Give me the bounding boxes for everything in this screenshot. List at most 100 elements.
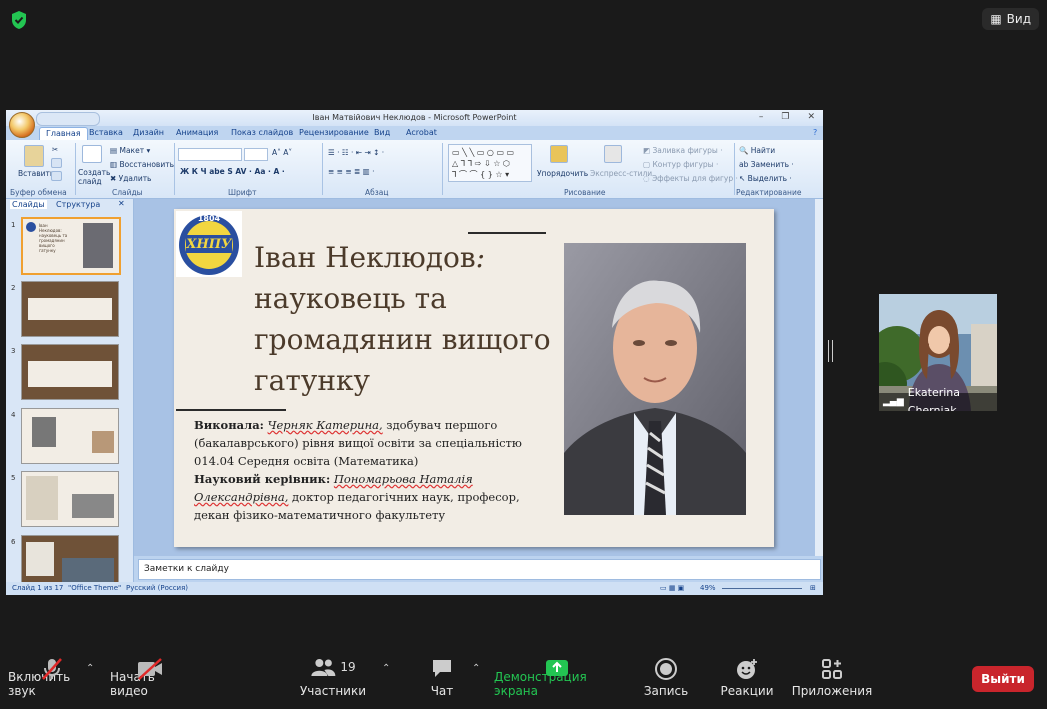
meeting-toolbar: Включить звук ⌃ Начать видео 19 Участник… <box>0 651 1047 709</box>
font-grow-icon[interactable]: A˄ A˅ <box>272 148 292 157</box>
cut-icon[interactable]: ✂ <box>52 145 58 154</box>
paste-button[interactable]: Вставить <box>18 169 54 178</box>
font-style-buttons[interactable]: Ж К Ч abe S AV · Аа · A · <box>180 167 285 176</box>
slide-title[interactable]: Іван Неклюдов: науковець та громадянин в… <box>254 237 554 401</box>
participants-count: 19 <box>340 660 356 674</box>
group-clipboard: Буфер обмена <box>10 188 67 197</box>
close-panel-icon[interactable]: ✕ <box>118 199 125 208</box>
tab-outline[interactable]: Структура <box>56 200 100 209</box>
chat-button[interactable]: Чат <box>420 651 464 707</box>
tab-acrobat[interactable]: Acrobat <box>406 128 437 137</box>
delete-button[interactable]: ✖ Удалить <box>110 174 151 183</box>
apps-icon <box>822 659 842 679</box>
slide-thumbnail[interactable] <box>21 535 119 585</box>
fit-window-icon[interactable]: ⊞ <box>810 582 816 595</box>
language[interactable]: Русский (Россия) <box>126 582 188 595</box>
quick-access-toolbar[interactable] <box>36 112 100 126</box>
share-screen-button[interactable]: Демонстрация экрана <box>494 651 620 707</box>
slide-canvas[interactable]: ХНПУ 1804 Іван Неклюдов: науковець та гр… <box>174 209 774 547</box>
quick-styles-icon[interactable] <box>604 145 622 163</box>
shape-outline-button[interactable]: ▢ Контур фигуры · <box>643 160 718 169</box>
tab-animation[interactable]: Анимация <box>176 128 218 137</box>
tab-slideshow[interactable]: Показ слайдов <box>231 128 293 137</box>
decorative-line <box>468 232 546 234</box>
arrange-button[interactable]: Упорядочить <box>537 169 588 178</box>
participants-button[interactable]: 19 Участники <box>298 651 368 707</box>
zoom-level[interactable]: 49% <box>700 582 716 595</box>
font-size-input[interactable] <box>244 148 268 161</box>
new-slide-icon[interactable] <box>82 145 102 163</box>
align-buttons[interactable]: ≡ ≡ ≡ ≣ ▥ · <box>328 167 375 176</box>
slide-counter: Слайд 1 из 17 <box>12 584 64 592</box>
powerpoint-window: Іван Матвійович Неклюдов - Microsoft Pow… <box>6 110 823 595</box>
unmute-button[interactable]: Включить звук <box>8 651 96 707</box>
slide-thumbnail[interactable] <box>21 471 119 527</box>
title-rest: науковець та громадянин вищого гатунку <box>254 282 551 397</box>
font-name-input[interactable] <box>178 148 242 161</box>
smiley-plus-icon <box>737 659 757 679</box>
record-button[interactable]: Запись <box>640 651 692 707</box>
tab-slides[interactable]: Слайды <box>10 200 47 209</box>
participants-icon: 19 <box>310 657 356 677</box>
help-icon[interactable]: ? <box>813 128 817 137</box>
slides-panel: Слайды Структура ✕ 1 Іван Неклюдов: наук… <box>6 199 134 585</box>
find-button[interactable]: 🔍 Найти <box>739 146 775 155</box>
theme-name: "Office Theme" <box>68 584 122 592</box>
select-button[interactable]: ↖ Выделить · <box>739 174 792 183</box>
tab-view[interactable]: Вид <box>374 128 390 137</box>
zoom-slider[interactable] <box>722 588 802 589</box>
office-button-icon[interactable] <box>9 112 35 138</box>
tab-review[interactable]: Рецензирование <box>299 128 369 137</box>
decorative-line <box>176 409 286 411</box>
shape-fill-button[interactable]: ◩ Заливка фигуры · <box>643 146 723 155</box>
group-slides: Слайды <box>112 188 143 197</box>
start-video-button[interactable]: Начать видео <box>110 651 190 707</box>
title-name: Іван Неклюдов <box>254 241 476 274</box>
window-controls: – ❐ ✕ <box>759 112 815 122</box>
tab-design[interactable]: Дизайн <box>133 128 164 137</box>
tab-home[interactable]: Главная <box>39 127 88 141</box>
layout-button[interactable]: ▤ Макет ▾ <box>110 146 150 155</box>
chat-options-caret[interactable]: ⌃ <box>472 663 480 674</box>
tab-insert[interactable]: Вставка <box>89 128 123 137</box>
arrange-icon[interactable] <box>550 145 568 163</box>
slide-thumbnail[interactable] <box>21 344 119 400</box>
notes-pane[interactable]: Заметки к слайду <box>138 559 821 580</box>
slide-thumbnail[interactable] <box>21 281 119 337</box>
mute-options-caret[interactable]: ⌃ <box>86 663 94 674</box>
reset-button[interactable]: ▥ Восстановить <box>110 160 174 169</box>
university-logo: ХНПУ 1804 <box>176 211 242 277</box>
paste-icon[interactable] <box>24 145 44 167</box>
shape-effects-button[interactable]: ◌ Эффекты для фигур · <box>643 174 738 183</box>
format-painter-icon[interactable] <box>51 171 62 181</box>
apps-button[interactable]: Приложения <box>792 651 872 707</box>
shapes-gallery[interactable]: ▭ ╲ ╲ ▭ ○ ▭ ▭ △ ⅂ ⅂ ⇨ ⇩ ☆ ⬡ ⅂ ⌒ ⌒ { } ☆ ▾ <box>448 144 532 182</box>
copy-icon[interactable] <box>51 158 62 168</box>
close-icon[interactable]: ✕ <box>807 112 815 122</box>
slide-thumbnail[interactable] <box>21 408 119 464</box>
view-buttons[interactable]: ▭ ▦ ▣ <box>660 582 684 595</box>
group-drawing: Рисование <box>564 188 606 197</box>
group-editing: Редактирование <box>736 188 802 197</box>
slide-scrollbar[interactable] <box>815 199 823 556</box>
view-button[interactable]: ▦ Вид <box>982 8 1039 30</box>
slide-thumbnail[interactable]: Іван Неклюдов: науковець та громадянин в… <box>21 217 121 275</box>
participant-video[interactable]: ▂▄▆ Ekaterina Cherniak <box>879 294 997 411</box>
ribbon-tabs: Главная Вставка Дизайн Анимация Показ сл… <box>6 126 823 141</box>
group-font: Шрифт <box>228 188 257 197</box>
maximize-icon[interactable]: ❐ <box>781 112 789 122</box>
portrait-photo <box>564 243 746 515</box>
author-info[interactable]: Виконала: Черняк Катерина, здобувач перш… <box>194 416 554 524</box>
window-title: Іван Матвійович Неклюдов - Microsoft Pow… <box>6 110 823 126</box>
replace-button[interactable]: ab Заменить · <box>739 160 794 169</box>
reactions-button[interactable]: Реакции <box>720 651 774 707</box>
leave-button[interactable]: Выйти <box>972 666 1034 692</box>
participants-options-caret[interactable]: ⌃ <box>382 663 390 674</box>
security-shield-icon[interactable] <box>10 10 28 30</box>
minimize-icon[interactable]: – <box>759 112 764 122</box>
panel-resize-handle[interactable] <box>828 340 833 362</box>
svg-text:ХНПУ: ХНПУ <box>185 237 233 252</box>
new-slide-button[interactable]: Создать слайд <box>78 168 110 186</box>
share-screen-icon <box>546 660 568 676</box>
list-buttons[interactable]: ☰ · ☷ · ⇤ ⇥ ↕ · <box>328 148 384 157</box>
